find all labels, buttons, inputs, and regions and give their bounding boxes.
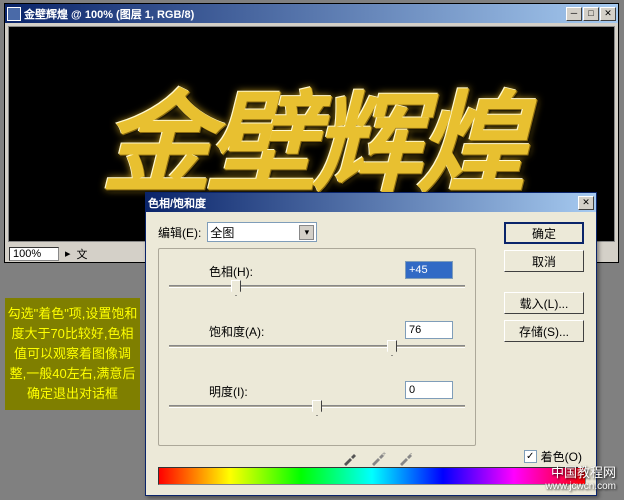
- maximize-button[interactable]: □: [583, 7, 599, 21]
- hue-thumb[interactable]: [231, 280, 241, 296]
- hue-label: 色相(H):: [209, 263, 253, 280]
- hue-saturation-dialog: 色相/饱和度 ✕ 编辑(E): 全图 ▾ 色相(H): 饱和度(A):: [145, 192, 597, 496]
- edit-dropdown[interactable]: 全图 ▾: [207, 222, 317, 242]
- hue-input[interactable]: [405, 261, 453, 279]
- saturation-input[interactable]: [405, 321, 453, 339]
- saturation-slider[interactable]: [169, 345, 465, 348]
- document-titlebar[interactable]: 金壁辉煌 @ 100% (图层 1, RGB/8) ─ □ ✕: [5, 4, 618, 23]
- zoom-field[interactable]: 100%: [9, 247, 59, 261]
- eyedropper-plus-icon[interactable]: +: [369, 449, 387, 467]
- eyedropper-icon[interactable]: [341, 449, 359, 467]
- cancel-button[interactable]: 取消: [504, 250, 584, 272]
- status-text: 文: [77, 246, 88, 262]
- colorize-label: 着色(O): [541, 448, 582, 465]
- artwork-text: 金壁辉煌: [102, 54, 522, 214]
- lightness-label: 明度(I):: [209, 383, 248, 400]
- edit-label: 编辑(E):: [158, 224, 201, 241]
- saturation-thumb[interactable]: [387, 340, 397, 356]
- lightness-thumb[interactable]: [312, 400, 322, 416]
- sliders-group: 色相(H): 饱和度(A): 明度(I):: [158, 248, 476, 446]
- checkbox-checked-icon: ✓: [524, 450, 537, 463]
- save-button[interactable]: 存储(S)...: [504, 320, 584, 342]
- colorize-checkbox[interactable]: ✓ 着色(O): [524, 448, 582, 465]
- minimize-button[interactable]: ─: [566, 7, 582, 21]
- document-title: 金壁辉煌 @ 100% (图层 1, RGB/8): [24, 6, 566, 22]
- color-spectrum: [158, 467, 586, 485]
- eyedropper-minus-icon[interactable]: -: [397, 449, 415, 467]
- dialog-titlebar[interactable]: 色相/饱和度 ✕: [146, 193, 596, 212]
- saturation-label: 饱和度(A):: [209, 323, 264, 340]
- load-button[interactable]: 载入(L)...: [504, 292, 584, 314]
- app-icon: [7, 7, 21, 21]
- dialog-title: 色相/饱和度: [148, 195, 578, 211]
- ok-button[interactable]: 确定: [504, 222, 584, 244]
- dialog-close-button[interactable]: ✕: [578, 196, 594, 210]
- eyedropper-group: + -: [341, 449, 415, 467]
- close-button[interactable]: ✕: [600, 7, 616, 21]
- lightness-slider[interactable]: [169, 405, 465, 408]
- dropdown-arrow-icon: ▾: [299, 225, 314, 240]
- hue-slider[interactable]: [169, 285, 465, 288]
- svg-text:+: +: [382, 451, 386, 458]
- zoom-arrow-icon[interactable]: ▸: [65, 247, 71, 260]
- edit-dropdown-value: 全图: [210, 224, 234, 241]
- svg-text:-: -: [410, 451, 413, 458]
- lightness-input[interactable]: [405, 381, 453, 399]
- instruction-note: 勾选"着色"项,设置饱和度大于70比较好,色相值可以观察着图像调整,一般40左右…: [5, 298, 140, 410]
